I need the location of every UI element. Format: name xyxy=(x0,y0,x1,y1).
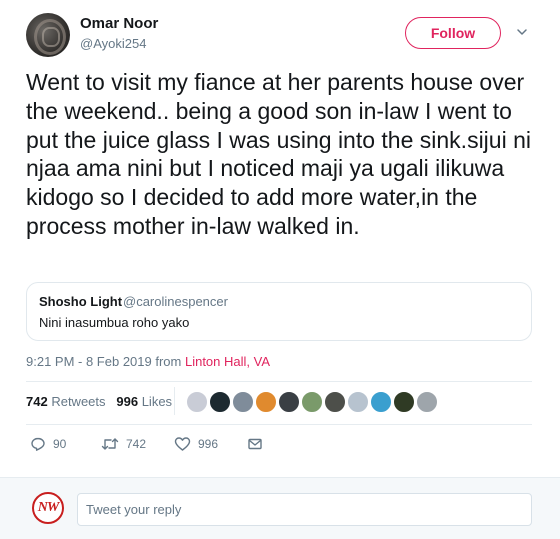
divider xyxy=(26,381,532,382)
author-avatar[interactable] xyxy=(26,13,70,57)
liker-avatar[interactable] xyxy=(278,391,300,413)
retweets-stat[interactable]: 742 Retweets xyxy=(26,394,106,409)
quoted-author-name: Shosho Light xyxy=(39,294,123,309)
tweet-location[interactable]: Linton Hall, VA xyxy=(185,354,270,369)
liker-avatar[interactable] xyxy=(324,391,346,413)
retweet-count: 742 xyxy=(126,437,147,451)
quoted-tweet[interactable]: Shosho Light @carolinespencer Nini inasu… xyxy=(26,282,532,341)
tweet-text: Went to visit my fiance at her parents h… xyxy=(26,69,538,239)
like-count: 996 xyxy=(198,437,219,451)
liker-avatars xyxy=(186,391,439,413)
author-handle[interactable]: @Ayoki254 xyxy=(80,36,146,51)
follow-button[interactable]: Follow xyxy=(405,17,501,49)
liker-avatar[interactable] xyxy=(255,391,277,413)
liker-avatar[interactable] xyxy=(416,391,438,413)
liker-avatar[interactable] xyxy=(370,391,392,413)
divider xyxy=(26,424,532,425)
reply-user-avatar: NW xyxy=(32,492,64,524)
liker-avatar[interactable] xyxy=(209,391,231,413)
reply-input[interactable] xyxy=(77,493,532,526)
liker-avatar[interactable] xyxy=(232,391,254,413)
tweet-header: Omar Noor @Ayoki254 Follow xyxy=(0,0,560,66)
retweet-icon xyxy=(101,438,119,450)
author-display-name[interactable]: Omar Noor xyxy=(80,15,158,32)
tweet-timestamp: 9:21 PM - 8 Feb 2019 from Linton Hall, V… xyxy=(26,354,270,369)
liker-avatar[interactable] xyxy=(301,391,323,413)
tweet-stats: 742 Retweets 996 Likes xyxy=(26,394,172,409)
liker-avatar[interactable] xyxy=(186,391,208,413)
likes-count: 996 xyxy=(116,394,139,409)
liker-avatar[interactable] xyxy=(393,391,415,413)
direct-message-action[interactable] xyxy=(247,436,270,452)
heart-icon xyxy=(174,437,191,451)
tweet-time[interactable]: 9:21 PM - 8 Feb 2019 from xyxy=(26,354,185,369)
chevron-down-icon[interactable] xyxy=(516,26,528,38)
stats-separator xyxy=(174,387,175,415)
like-action[interactable]: 996 xyxy=(174,436,218,452)
reply-icon xyxy=(31,437,45,451)
reply-action[interactable]: 90 xyxy=(30,436,66,452)
envelope-icon xyxy=(248,438,262,450)
reply-avatar-text: NW xyxy=(37,500,60,515)
retweets-count: 742 xyxy=(26,394,48,409)
likes-stat[interactable]: 996 Likes xyxy=(116,394,172,409)
liker-avatar[interactable] xyxy=(347,391,369,413)
reply-count: 90 xyxy=(53,437,67,451)
quoted-author-handle: @carolinespencer xyxy=(123,294,228,309)
quoted-tweet-text: Nini inasumbua roho yako xyxy=(39,315,190,330)
retweet-action[interactable]: 742 xyxy=(101,436,146,452)
likes-label: Likes xyxy=(141,394,173,409)
retweets-label: Retweets xyxy=(51,394,106,409)
